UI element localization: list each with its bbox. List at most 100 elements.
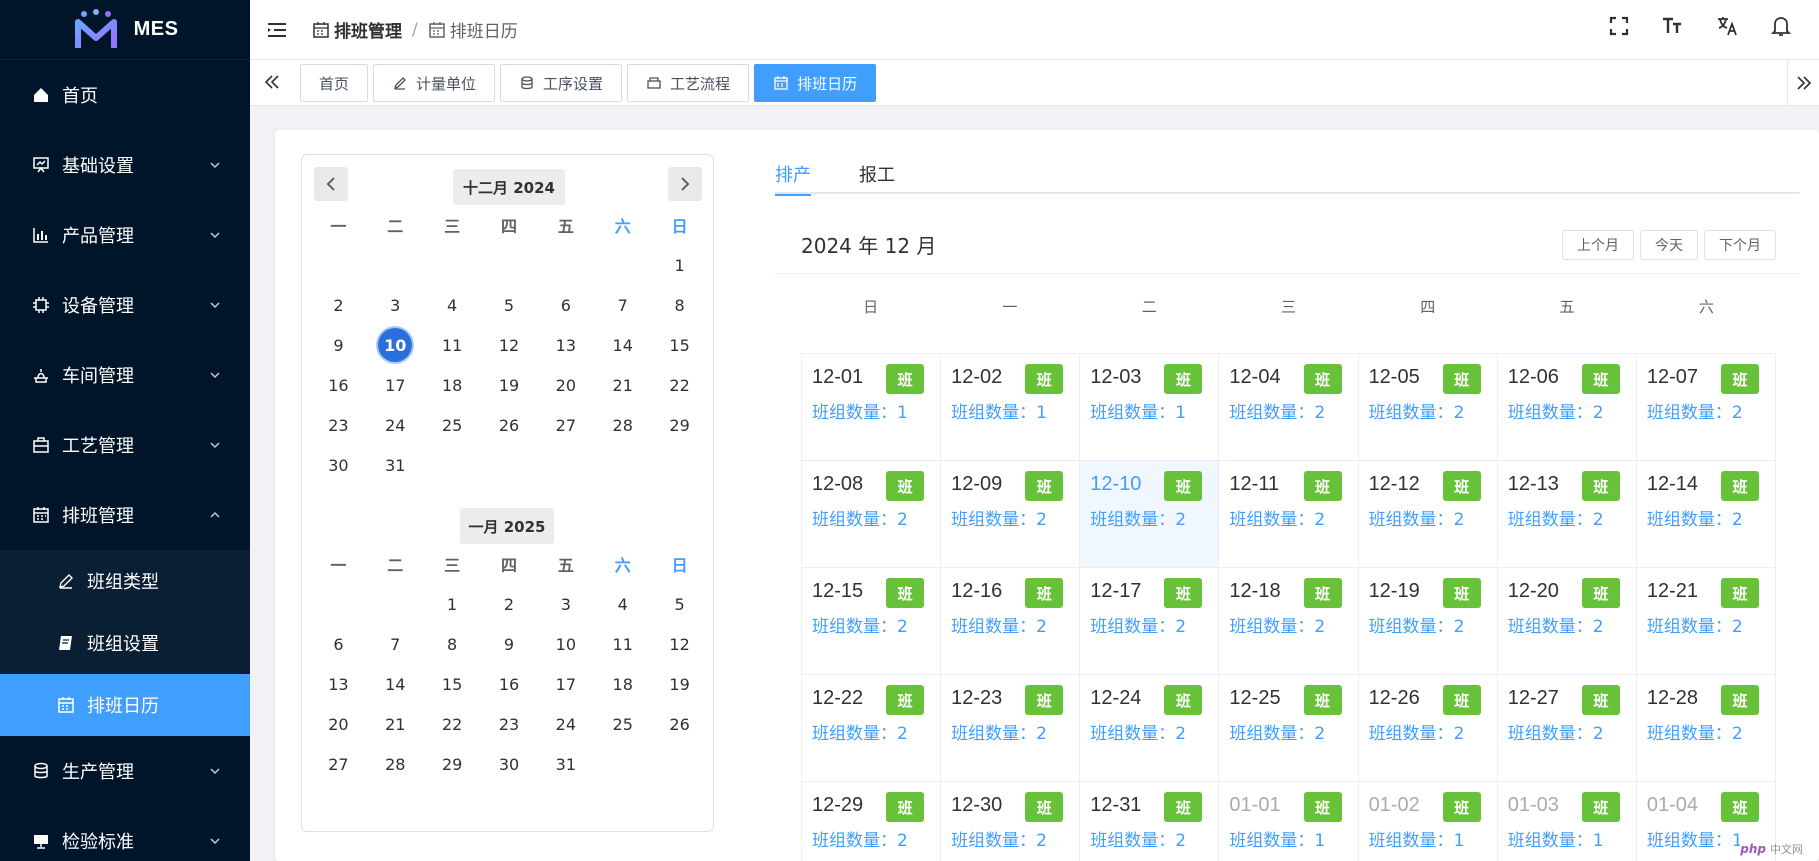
sidebar-item-schedule-calendar[interactable]: 排班日历 bbox=[0, 674, 250, 736]
mini-cal-day[interactable]: 15 bbox=[424, 664, 481, 704]
sidebar-item-basic-settings[interactable]: 基础设置 bbox=[0, 130, 250, 200]
mini-cal-day-selected[interactable]: 10 bbox=[367, 325, 424, 365]
shift-badge[interactable]: 班 bbox=[1164, 364, 1203, 394]
double-chevron-left-icon[interactable] bbox=[262, 72, 282, 92]
mini-cal-day[interactable]: 11 bbox=[424, 325, 481, 365]
mini-cal-day[interactable]: 17 bbox=[537, 664, 594, 704]
shift-badge[interactable]: 班 bbox=[886, 364, 925, 394]
calendar-day-cell[interactable]: 12-04 班班组数量：2 bbox=[1219, 354, 1359, 461]
shift-badge[interactable]: 班 bbox=[1303, 792, 1342, 822]
tag-unit[interactable]: 计量单位 bbox=[373, 64, 496, 102]
shift-badge[interactable]: 班 bbox=[1164, 578, 1203, 608]
mini-cal-prev-button[interactable] bbox=[314, 167, 348, 201]
sidebar-item-equipment[interactable]: 设备管理 bbox=[0, 270, 250, 340]
mini-cal-day[interactable]: 22 bbox=[651, 365, 708, 405]
calendar-day-cell[interactable]: 12-29 班班组数量：2 bbox=[802, 782, 942, 861]
tag-process-flow[interactable]: 工艺流程 bbox=[627, 64, 750, 102]
calendar-day-cell[interactable]: 12-06 班班组数量：2 bbox=[1497, 354, 1637, 461]
mini-cal-day[interactable]: 20 bbox=[537, 365, 594, 405]
calendar-day-cell[interactable]: 12-18 班班组数量：2 bbox=[1219, 568, 1359, 675]
mini-cal-day[interactable]: 31 bbox=[537, 744, 594, 784]
mini-cal-day[interactable]: 29 bbox=[424, 744, 481, 784]
mini-cal-day[interactable]: 8 bbox=[424, 624, 481, 664]
calendar-day-cell[interactable]: 12-15 班班组数量：2 bbox=[802, 568, 942, 675]
shift-badge[interactable]: 班 bbox=[1303, 364, 1342, 394]
calendar-day-cell[interactable]: 01-02 班班组数量：1 bbox=[1359, 782, 1498, 861]
shift-badge[interactable]: 班 bbox=[1720, 685, 1759, 715]
sidebar-item-workshop[interactable]: 车间管理 bbox=[0, 340, 250, 410]
mini-cal-day[interactable]: 9 bbox=[310, 325, 367, 365]
shift-badge[interactable]: 班 bbox=[1442, 364, 1481, 394]
shift-badge[interactable]: 班 bbox=[886, 471, 925, 501]
calendar-day-cell[interactable]: 12-12 班班组数量：2 bbox=[1358, 461, 1498, 568]
shift-badge[interactable]: 班 bbox=[1442, 578, 1481, 608]
mini-cal-day[interactable]: 21 bbox=[367, 704, 424, 744]
calendar-day-cell[interactable]: 12-05 班班组数量：2 bbox=[1358, 354, 1498, 461]
mini-cal-day[interactable]: 24 bbox=[537, 704, 594, 744]
mini-cal-day[interactable]: 3 bbox=[537, 584, 594, 624]
mini-cal-day[interactable]: 4 bbox=[424, 285, 481, 325]
mini-cal-day[interactable]: 16 bbox=[310, 365, 367, 405]
shift-badge[interactable]: 班 bbox=[1720, 578, 1759, 608]
calendar-day-cell[interactable]: 12-07 班班组数量：2 bbox=[1636, 354, 1776, 461]
shift-badge[interactable]: 班 bbox=[1581, 685, 1620, 715]
mini-cal-day[interactable]: 23 bbox=[310, 405, 367, 445]
breadcrumb-item[interactable]: 排班管理 bbox=[312, 17, 402, 42]
calendar-day-cell[interactable]: 12-02 班班组数量：1 bbox=[941, 354, 1081, 461]
mini-cal-day[interactable]: 21 bbox=[594, 365, 651, 405]
calendar-day-cell[interactable]: 12-22 班班组数量：2 bbox=[802, 675, 942, 782]
shift-badge[interactable]: 班 bbox=[1720, 792, 1759, 822]
mini-cal-day[interactable]: 22 bbox=[424, 704, 481, 744]
shift-badge[interactable]: 班 bbox=[1442, 471, 1481, 501]
mini-cal-day[interactable]: 16 bbox=[481, 664, 538, 704]
tag-operation[interactable]: 工序设置 bbox=[500, 64, 623, 102]
shift-badge[interactable]: 班 bbox=[1581, 364, 1620, 394]
mini-cal-day[interactable]: 12 bbox=[481, 325, 538, 365]
mini-cal-day[interactable]: 29 bbox=[651, 405, 708, 445]
mini-cal-day[interactable]: 20 bbox=[310, 704, 367, 744]
mini-cal-next-button[interactable] bbox=[668, 167, 702, 201]
calendar-day-cell[interactable]: 12-17 班班组数量：2 bbox=[1080, 568, 1220, 675]
calendar-day-cell[interactable]: 12-30 班班组数量：2 bbox=[941, 782, 1081, 861]
calendar-day-cell[interactable]: 12-27 班班组数量：2 bbox=[1497, 675, 1637, 782]
shift-badge[interactable]: 班 bbox=[1581, 792, 1620, 822]
mini-cal-day[interactable]: 1 bbox=[651, 245, 708, 285]
shift-badge[interactable]: 班 bbox=[886, 685, 925, 715]
mini-cal-day[interactable]: 7 bbox=[367, 624, 424, 664]
calendar-day-cell[interactable]: 12-20 班班组数量：2 bbox=[1497, 568, 1637, 675]
mini-cal-day[interactable]: 6 bbox=[310, 624, 367, 664]
calendar-day-cell[interactable]: 12-19 班班组数量：2 bbox=[1358, 568, 1498, 675]
mini-cal-day[interactable]: 15 bbox=[651, 325, 708, 365]
calendar-day-cell[interactable]: 01-01 班班组数量：1 bbox=[1219, 782, 1359, 861]
mini-cal-day[interactable]: 19 bbox=[481, 365, 538, 405]
shift-badge[interactable]: 班 bbox=[886, 792, 925, 822]
calendar-day-cell[interactable]: 12-13 班班组数量：2 bbox=[1497, 461, 1637, 568]
calendar-day-cell[interactable]: 12-24 班班组数量：2 bbox=[1080, 675, 1220, 782]
translate-icon[interactable] bbox=[1715, 14, 1739, 38]
hamburger-icon[interactable] bbox=[266, 21, 288, 39]
mini-cal-day[interactable]: 18 bbox=[424, 365, 481, 405]
shift-badge[interactable]: 班 bbox=[1164, 792, 1203, 822]
calendar-day-cell[interactable]: 01-03 班班组数量：1 bbox=[1498, 782, 1637, 861]
tab-report[interactable]: 报工 bbox=[859, 154, 895, 194]
shift-badge[interactable]: 班 bbox=[1720, 471, 1759, 501]
shift-badge[interactable]: 班 bbox=[1025, 471, 1064, 501]
calendar-day-cell[interactable]: 12-09 班班组数量：2 bbox=[941, 461, 1081, 568]
mini-cal-day[interactable]: 6 bbox=[537, 285, 594, 325]
mini-cal-day[interactable]: 23 bbox=[481, 704, 538, 744]
shift-badge[interactable]: 班 bbox=[1581, 578, 1620, 608]
mini-cal-day[interactable]: 13 bbox=[310, 664, 367, 704]
shift-badge[interactable]: 班 bbox=[1164, 685, 1203, 715]
calendar-day-cell[interactable]: 12-11 班班组数量：2 bbox=[1219, 461, 1359, 568]
fullscreen-icon[interactable] bbox=[1607, 14, 1631, 38]
bell-icon[interactable] bbox=[1769, 14, 1793, 38]
next-month-button[interactable]: 下个月 bbox=[1704, 230, 1776, 260]
mini-cal-day[interactable]: 12 bbox=[651, 624, 708, 664]
mini-cal-day[interactable]: 11 bbox=[594, 624, 651, 664]
tab-production[interactable]: 排产 bbox=[775, 154, 811, 196]
today-button[interactable]: 今天 bbox=[1640, 230, 1698, 260]
mini-cal-day[interactable]: 19 bbox=[651, 664, 708, 704]
mini-cal-day[interactable]: 27 bbox=[537, 405, 594, 445]
shift-badge[interactable]: 班 bbox=[1442, 792, 1481, 822]
prev-month-button[interactable]: 上个月 bbox=[1562, 230, 1634, 260]
